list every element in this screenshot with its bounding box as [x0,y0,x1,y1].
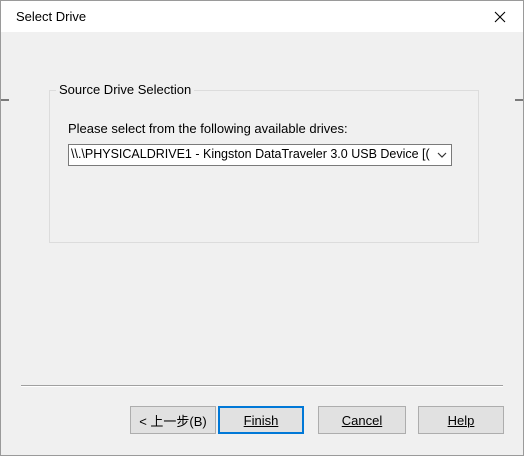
select-drive-dialog: Select Drive Source Drive Selection Plea… [0,0,524,456]
close-icon [494,11,506,22]
source-drive-groupbox: Source Drive Selection Please select fro… [49,82,479,243]
back-button[interactable]: < 上一步(B) [130,406,216,434]
dialog-body: Source Drive Selection Please select fro… [9,32,515,448]
title-bar: Select Drive [1,1,523,32]
groupbox-title: Source Drive Selection [56,82,195,97]
drive-select-dropdown[interactable]: \\.\PHYSICALDRIVE1 - Kingston DataTravel… [68,144,452,166]
left-edge-mark [1,99,9,101]
cancel-button-label: Cancel [341,412,383,428]
button-separator [21,385,503,387]
finish-button-label: Finish [243,412,279,428]
drive-select-value: \\.\PHYSICALDRIVE1 - Kingston DataTravel… [71,147,430,161]
right-edge-mark [515,99,523,101]
window-title: Select Drive [16,9,87,24]
cancel-button[interactable]: Cancel [318,406,406,434]
drive-prompt-label: Please select from the following availab… [68,121,348,136]
close-button[interactable] [477,1,523,32]
chevron-down-icon[interactable] [433,145,451,165]
help-button[interactable]: Help [418,406,504,434]
finish-button[interactable]: Finish [218,406,304,434]
help-button-label: Help [447,412,475,428]
back-button-label: < 上一步(B) [139,413,207,429]
